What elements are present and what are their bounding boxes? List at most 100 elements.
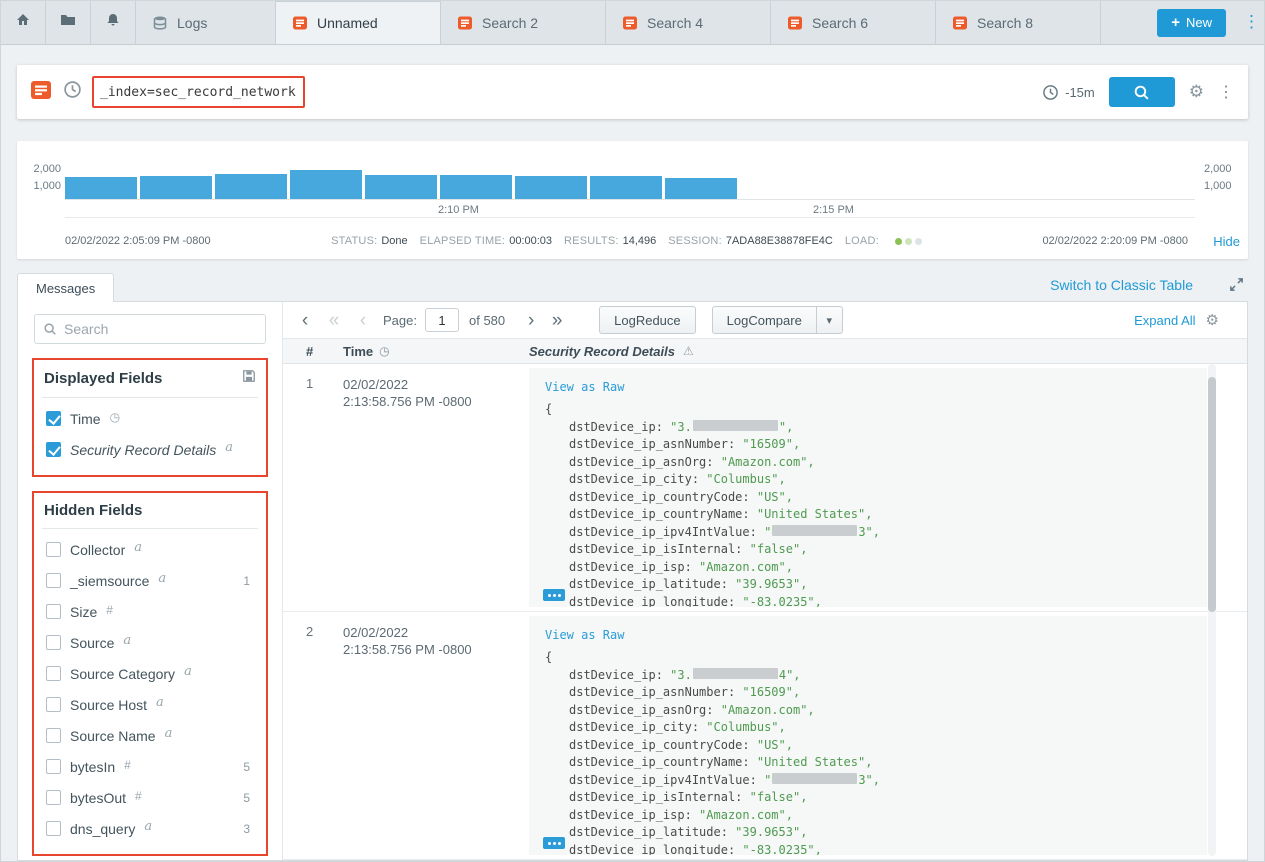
field-item-security-record-details[interactable]: Security Record Detailsa [42, 434, 258, 465]
histogram-bar[interactable] [140, 176, 212, 199]
tab-messages[interactable]: Messages [17, 273, 114, 302]
field-item-_siemsource[interactable]: _siemsourcea1 [42, 565, 258, 596]
status-bar-center: STATUS:DoneELAPSED TIME:00:00:03RESULTS:… [331, 235, 922, 247]
field-checkbox[interactable] [46, 573, 61, 588]
library-button[interactable] [46, 1, 91, 44]
row-date: 02/02/2022 [343, 376, 529, 393]
field-item-source[interactable]: Sourcea [42, 627, 258, 658]
tab-logs[interactable]: Logs [136, 1, 276, 44]
histogram-bar[interactable] [65, 177, 137, 199]
field-checkbox[interactable] [46, 821, 61, 836]
search-settings-gear-icon[interactable]: ⚙ [1189, 82, 1204, 102]
field-search-box[interactable] [34, 314, 266, 344]
scrollbar-thumb[interactable] [1208, 377, 1216, 612]
redacted-value [693, 668, 778, 679]
field-checkbox[interactable] [46, 697, 61, 712]
row-date: 02/02/2022 [343, 624, 529, 641]
messages-tab-label: Messages [36, 281, 95, 296]
y-axis-label-2000-right: 2,000 [1204, 163, 1242, 175]
logreduce-button[interactable]: LogReduce [599, 306, 696, 334]
run-search-button[interactable] [1109, 77, 1175, 107]
field-label: Collector [70, 542, 125, 558]
x-axis: 2:10 PM 2:15 PM [65, 201, 1195, 218]
histogram-bar[interactable] [590, 176, 662, 199]
column-header-time[interactable]: Time ◷ [343, 344, 529, 359]
logcompare-caret-icon[interactable]: ▾ [817, 306, 843, 334]
histogram-bars [65, 153, 1195, 200]
search-kebab-icon[interactable]: ⋮ [1218, 82, 1234, 102]
field-item-source-name[interactable]: Source Namea [42, 720, 258, 751]
column-header-details[interactable]: Security Record Details ⚠ [529, 344, 1247, 359]
histogram-bar[interactable] [215, 174, 287, 199]
first-page-icon[interactable]: « [326, 311, 342, 330]
row-content: View as Raw{dstDevice_ip: "3.4",dstDevic… [529, 616, 1207, 855]
previous-page-icon[interactable]: ‹ [355, 311, 371, 330]
field-type-icon: a [144, 819, 152, 834]
field-checkbox[interactable] [46, 759, 61, 774]
search-bar: -15m ⚙ ⋮ [17, 65, 1248, 119]
view-as-raw-link[interactable]: View as Raw [545, 628, 624, 642]
search-history-icon[interactable] [63, 80, 82, 104]
new-tab-button[interactable]: + New [1157, 9, 1226, 37]
time-header-label: Time [343, 344, 373, 359]
view-as-raw-link[interactable]: View as Raw [545, 380, 624, 394]
histogram-bar[interactable] [515, 176, 587, 199]
last-page-icon[interactable]: » [549, 311, 565, 330]
field-checkbox[interactable] [46, 728, 61, 743]
expand-all-link[interactable]: Expand All [1134, 313, 1195, 328]
field-item-size[interactable]: Size# [42, 596, 258, 627]
histogram-bar[interactable] [290, 170, 362, 199]
tab-search-6[interactable]: Search 6 [771, 1, 936, 44]
tab-label: Search 4 [647, 15, 703, 31]
switch-to-classic-table-link[interactable]: Switch to Classic Table [1050, 277, 1193, 293]
next-page-icon[interactable]: › [523, 311, 539, 330]
field-checkbox[interactable] [46, 635, 61, 650]
field-checkbox[interactable] [46, 666, 61, 681]
hide-histogram-link[interactable]: Hide [1213, 234, 1240, 249]
field-checkbox[interactable] [46, 790, 61, 805]
field-item-source-category[interactable]: Source Categorya [42, 658, 258, 689]
field-label: Source Category [70, 666, 175, 682]
field-item-bytesin[interactable]: bytesIn#5 [42, 751, 258, 782]
tab-search-2[interactable]: Search 2 [441, 1, 606, 44]
histogram-bar[interactable] [665, 178, 737, 199]
search-icon [43, 322, 57, 336]
field-checkbox[interactable] [46, 604, 61, 619]
table-settings-gear-icon[interactable]: ⚙ [1206, 311, 1219, 329]
home-button[interactable] [1, 1, 46, 44]
expand-message-button[interactable] [543, 837, 565, 849]
time-range-picker[interactable]: -15m [1042, 84, 1095, 101]
folder-icon [60, 12, 76, 33]
json-content: {dstDevice_ip: "3.",dstDevice_ip_asnNumb… [545, 401, 1191, 607]
field-item-time[interactable]: Time◷ [42, 403, 258, 434]
sumo-search-icon [952, 15, 968, 31]
back-icon[interactable]: ‹ [297, 311, 313, 330]
field-checkbox[interactable] [46, 442, 61, 457]
column-header-number[interactable]: # [283, 344, 343, 359]
field-item-collector[interactable]: Collectora [42, 534, 258, 565]
fullscreen-expand-icon[interactable] [1229, 277, 1244, 297]
field-search-input[interactable] [64, 321, 257, 337]
notifications-button[interactable] [91, 1, 136, 44]
field-checkbox[interactable] [46, 542, 61, 557]
expand-message-button[interactable] [543, 589, 565, 601]
field-label: bytesIn [70, 759, 115, 775]
field-label: Security Record Details [70, 442, 216, 458]
status-field-label: RESULTS: [564, 235, 619, 247]
save-fields-icon[interactable] [242, 369, 256, 388]
histogram-bar[interactable] [365, 175, 437, 199]
field-item-dns_query[interactable]: dns_querya3 [42, 813, 258, 844]
field-item-bytesout[interactable]: bytesOut#5 [42, 782, 258, 813]
tab-search-4[interactable]: Search 4 [606, 1, 771, 44]
tab-unnamed[interactable]: Unnamed [276, 1, 441, 44]
table-scrollbar[interactable] [1208, 364, 1216, 856]
pagination-toolbar: ‹ « ‹ Page: of 580 › » LogReduce LogComp… [283, 302, 1247, 338]
field-checkbox[interactable] [46, 411, 61, 426]
histogram-bar[interactable] [440, 175, 512, 199]
page-number-input[interactable] [425, 308, 459, 332]
field-item-source-host[interactable]: Source Hosta [42, 689, 258, 720]
search-query-input[interactable] [96, 80, 301, 104]
tab-search-8[interactable]: Search 8 [936, 1, 1101, 44]
tab-bar-kebab-icon[interactable]: ⋮ [1243, 12, 1260, 32]
logcompare-button[interactable]: LogCompare [712, 306, 817, 334]
